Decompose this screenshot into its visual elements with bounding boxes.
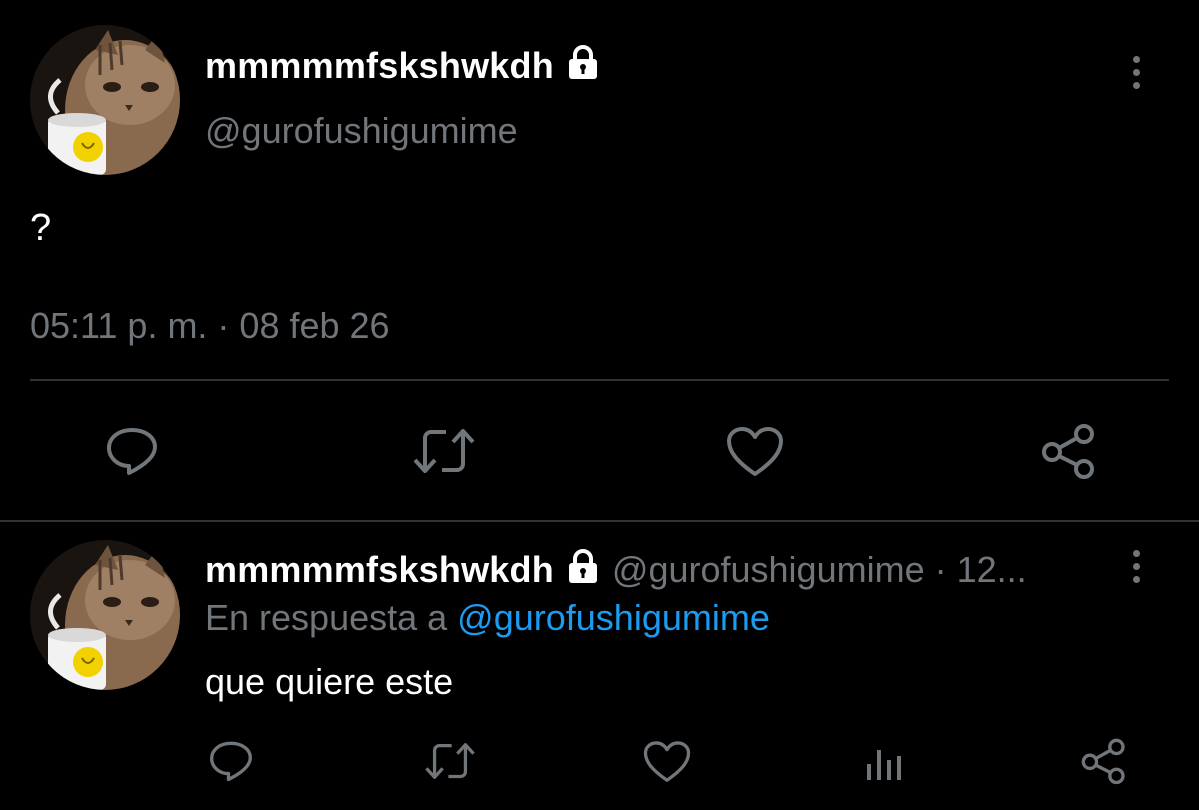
avatar[interactable] bbox=[30, 25, 180, 175]
views-icon[interactable] bbox=[865, 742, 905, 782]
reply-icon[interactable] bbox=[105, 426, 159, 476]
display-name[interactable]: mmmmmfskshwkdh bbox=[205, 549, 554, 591]
more-options-icon[interactable] bbox=[1130, 56, 1142, 89]
divider bbox=[30, 379, 1169, 381]
reply-icon[interactable] bbox=[208, 740, 254, 782]
more-options-icon[interactable] bbox=[1130, 550, 1142, 583]
like-icon[interactable] bbox=[643, 740, 691, 784]
share-icon[interactable] bbox=[1080, 737, 1128, 785]
lock-icon bbox=[564, 44, 602, 87]
like-icon[interactable] bbox=[726, 426, 784, 478]
retweet-icon[interactable] bbox=[412, 426, 476, 476]
share-icon[interactable] bbox=[1040, 422, 1098, 480]
tweet-text: que quiere este bbox=[205, 661, 454, 702]
tweet-timestamp[interactable]: 05:11 p. m. · 08 feb 26 bbox=[30, 305, 390, 347]
avatar[interactable] bbox=[30, 540, 180, 690]
retweet-icon[interactable] bbox=[424, 740, 476, 782]
reply-to-link[interactable]: @gurofushigumime bbox=[457, 597, 770, 638]
tweet-text: ? bbox=[30, 207, 52, 249]
divider bbox=[0, 520, 1199, 522]
handle-and-time[interactable]: @gurofushigumime · 12... bbox=[612, 549, 1027, 591]
reply-context-label: En respuesta a bbox=[205, 597, 458, 638]
lock-icon bbox=[564, 548, 602, 591]
user-handle[interactable]: @gurofushigumime bbox=[205, 110, 518, 152]
display-name[interactable]: mmmmmfskshwkdh bbox=[205, 45, 554, 87]
